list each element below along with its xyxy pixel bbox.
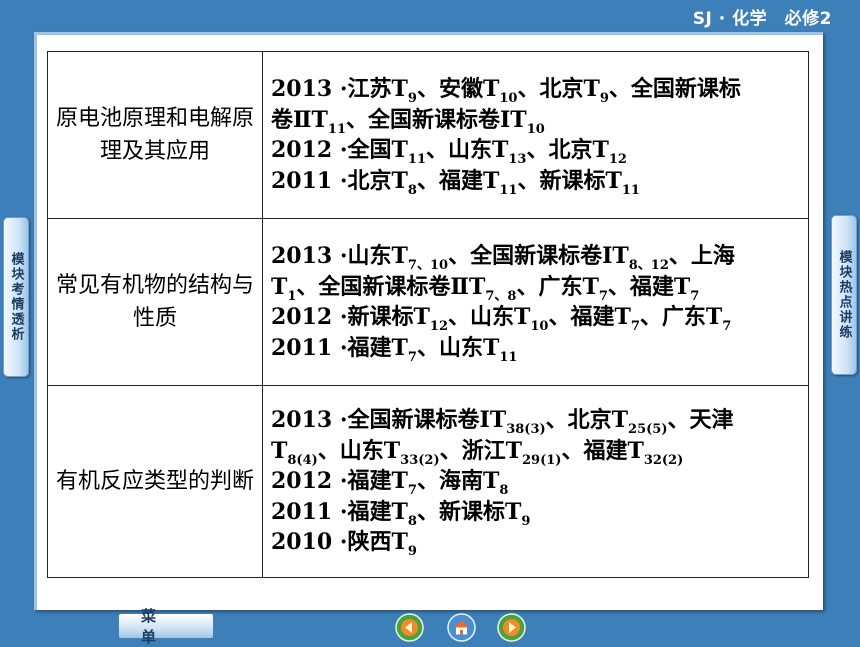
menu-button[interactable]: 菜单 bbox=[118, 607, 214, 646]
question-number-subscript: 11 bbox=[621, 182, 640, 198]
side-tab-exam-analysis[interactable]: 模块考情透析 bbox=[3, 217, 29, 377]
question-number-subscript: 11 bbox=[407, 152, 427, 167]
exam-reference-text: 2013 ·山东T bbox=[271, 243, 408, 269]
exam-reference-text: 、福建T bbox=[561, 437, 644, 464]
question-number-subscript: 9 bbox=[521, 513, 531, 529]
question-number-subscript: 12 bbox=[429, 319, 449, 334]
question-number-subscript: 8 bbox=[407, 182, 417, 198]
exam-reference-text: 、全国新课标卷ⅠT bbox=[448, 243, 629, 269]
exam-reference-text: 、安徽T bbox=[416, 76, 500, 102]
question-number-subscript: 8、12 bbox=[628, 258, 669, 273]
prev-icon[interactable] bbox=[395, 613, 424, 642]
header-brand: SJ · 化学 必修2 bbox=[692, 9, 832, 29]
exam-reference-text: 2012 ·福建T bbox=[271, 468, 408, 495]
question-number-subscript: 7 bbox=[630, 319, 640, 334]
exam-reference-text: 2013 ·全国新课标卷ⅠT bbox=[271, 407, 507, 434]
question-number-subscript: 11 bbox=[499, 349, 518, 365]
exam-reference-text: 2011 ·北京T bbox=[271, 167, 408, 194]
exam-reference-text: 、全国新课标卷ⅡT bbox=[296, 273, 486, 300]
question-number-subscript: 7 bbox=[722, 319, 732, 334]
exam-reference-text: 、北京T bbox=[526, 137, 609, 163]
exam-reference-line: 2010 ·陕西T9 bbox=[271, 527, 800, 558]
exam-reference-line: 2011 ·福建T7、山东T11 bbox=[271, 333, 800, 364]
exam-reference-text: 2012 ·新课标T bbox=[271, 304, 430, 330]
topic-cell: 原电池原理和电解原理及其应用 bbox=[47, 51, 263, 219]
question-number-subscript: 9 bbox=[407, 91, 417, 106]
exam-reference-text: 2013 ·江苏T bbox=[271, 76, 408, 102]
exam-reference-text: 、新课标T bbox=[517, 167, 622, 194]
exam-reference-text: 、北京T bbox=[517, 76, 600, 102]
exam-references-cell: 2013 ·江苏T9、安徽T10、北京T9、全国新课标 卷ⅡT11、全国新课标卷Ⅰ… bbox=[262, 51, 809, 219]
exam-reference-text: 、全国新课标卷ⅠT bbox=[346, 106, 527, 133]
exam-reference-text: 2011 ·福建T bbox=[271, 334, 408, 361]
exam-reference-line: 2013 ·全国新课标卷ⅠT38(3)、北京T25(5)、天津 bbox=[271, 405, 800, 436]
exam-reference-line: T8(4)、山东T33(2)、浙江T29(1)、福建T32(2) bbox=[271, 436, 800, 467]
exam-reference-line: 2011 ·北京T8、福建T11、新课标T11 bbox=[271, 166, 800, 197]
exam-reference-text: 、山东T bbox=[448, 304, 531, 330]
exam-reference-text: 2010 ·陕西T bbox=[271, 529, 408, 556]
exam-reference-line: T1、全国新课标卷ⅡT7、8、广东T7、福建T7 bbox=[271, 272, 800, 303]
content-panel: 原电池原理和电解原理及其应用 2013 ·江苏T9、安徽T10、北京T9、全国新课… bbox=[34, 32, 823, 610]
exam-reference-line: 卷ⅡT11、全国新课标卷ⅠT10 bbox=[271, 105, 800, 136]
exam-reference-text: 、福建T bbox=[607, 273, 691, 300]
exam-reference-line: 2013 ·江苏T9、安徽T10、北京T9、全国新课标 bbox=[271, 74, 800, 105]
topic-cell: 常见有机物的结构与性质 bbox=[47, 218, 263, 386]
exam-reference-text: 、北京T bbox=[545, 407, 629, 434]
exam-reference-line: 2012 ·福建T7、海南T8 bbox=[271, 466, 800, 497]
exam-reference-line: 2012 ·全国T11、山东T13、北京T12 bbox=[271, 135, 800, 166]
question-number-subscript: 13 bbox=[508, 152, 527, 167]
exam-reference-text: 2012 ·全国T bbox=[271, 137, 408, 163]
question-number-subscript: 7 bbox=[407, 349, 417, 365]
table-row: 常见有机物的结构与性质 2013 ·山东T7、10、全国新课标卷ⅠT8、12、上海… bbox=[47, 218, 809, 386]
exam-reference-text: 2011 ·福建T bbox=[271, 498, 408, 525]
table-row: 原电池原理和电解原理及其应用 2013 ·江苏T9、安徽T10、北京T9、全国新课… bbox=[47, 51, 809, 219]
exam-reference-text: 、新课标T bbox=[416, 498, 522, 525]
question-number-subscript: 7、10 bbox=[407, 258, 449, 273]
exam-reference-text: 、山东T bbox=[317, 437, 401, 464]
question-number-subscript: 32(2) bbox=[643, 452, 684, 468]
next-icon[interactable] bbox=[497, 613, 526, 642]
exam-reference-text: 卷ⅡT bbox=[271, 106, 328, 133]
exam-reference-text: 、山东T bbox=[426, 137, 509, 163]
question-number-subscript: 9 bbox=[407, 544, 417, 560]
exam-reference-text: 、全国新课标 bbox=[608, 76, 741, 102]
question-number-subscript: 29(1) bbox=[521, 452, 562, 468]
exam-reference-text: 、福建T bbox=[548, 304, 631, 330]
exam-reference-text: 、福建T bbox=[416, 167, 500, 194]
side-tab-hotspot-practice[interactable]: 模块热点讲练 bbox=[831, 215, 857, 375]
exam-reference-text: 、上海 bbox=[668, 243, 735, 269]
topic-table: 原电池原理和电解原理及其应用 2013 ·江苏T9、安徽T10、北京T9、全国新课… bbox=[47, 51, 809, 578]
exam-references-cell: 2013 ·山东T7、10、全国新课标卷ⅠT8、12、上海 T1、全国新课标卷ⅡT… bbox=[262, 218, 809, 386]
topic-cell: 有机反应类型的判断 bbox=[47, 385, 263, 578]
question-number-subscript: 11 bbox=[499, 182, 518, 198]
question-number-subscript: 9 bbox=[599, 91, 609, 106]
exam-references-cell: 2013 ·全国新课标卷ⅠT38(3)、北京T25(5)、天津 T8(4)、山东T… bbox=[262, 385, 809, 578]
exam-reference-line: 2012 ·新课标T12、山东T10、福建T7、广东T7 bbox=[271, 302, 800, 333]
home-icon[interactable] bbox=[447, 613, 476, 642]
question-number-subscript: 10 bbox=[499, 91, 518, 106]
exam-reference-text: 、广东T bbox=[639, 304, 723, 330]
exam-reference-text: T bbox=[271, 437, 288, 464]
exam-reference-text: 、天津 bbox=[667, 407, 734, 434]
exam-reference-text: 、海南T bbox=[416, 468, 500, 495]
exam-reference-text: T bbox=[271, 273, 288, 300]
exam-reference-text: 、浙江T bbox=[439, 437, 522, 464]
question-number-subscript: 12 bbox=[608, 152, 627, 167]
exam-reference-line: 2013 ·山东T7、10、全国新课标卷ⅠT8、12、上海 bbox=[271, 241, 800, 272]
exam-reference-text: 、山东T bbox=[416, 334, 500, 361]
question-number-subscript: 10 bbox=[530, 319, 549, 334]
exam-reference-line: 2011 ·福建T8、新课标T9 bbox=[271, 497, 800, 528]
table-row: 有机反应类型的判断 2013 ·全国新课标卷ⅠT38(3)、北京T25(5)、天津… bbox=[47, 385, 809, 578]
exam-reference-text: 、广东T bbox=[516, 273, 599, 300]
